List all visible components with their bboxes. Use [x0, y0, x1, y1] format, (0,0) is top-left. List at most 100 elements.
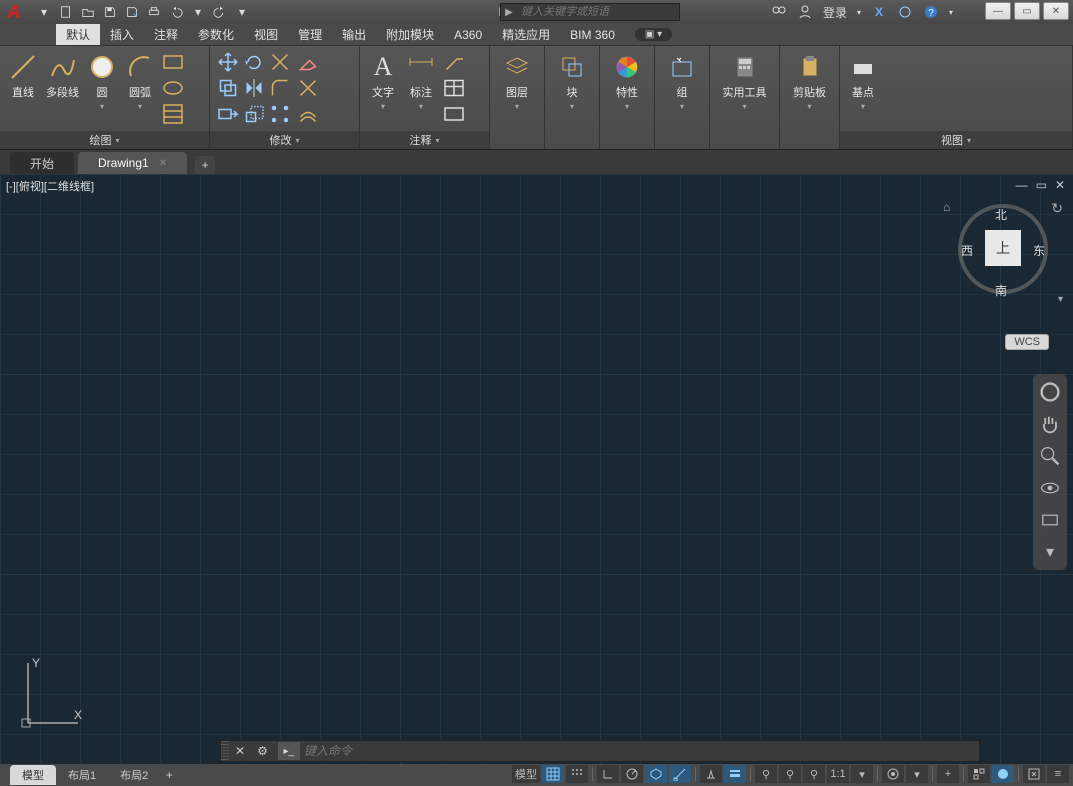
utilities-button[interactable]: 实用工具▾ [721, 50, 769, 113]
close-button[interactable]: ✕ [1043, 2, 1069, 20]
fillet-icon[interactable] [268, 76, 292, 100]
polyline-button[interactable]: 多段线 [44, 50, 81, 102]
tab-output[interactable]: 输出 [332, 24, 376, 45]
tab-bim360[interactable]: BIM 360 [560, 24, 625, 45]
print-icon[interactable] [144, 3, 164, 21]
exchange-icon[interactable]: X [871, 4, 887, 20]
panel-modify-title[interactable]: 修改 [210, 131, 359, 149]
dimension-button[interactable]: 标注▾ [404, 50, 438, 113]
status-workspace-dropdown-icon[interactable]: ▾ [906, 765, 928, 783]
tab-addins[interactable]: 附加模块 [376, 24, 444, 45]
base-button[interactable]: 基点▾ [846, 50, 880, 113]
nav-orbit-icon[interactable] [1038, 476, 1062, 500]
infocenter-icon[interactable] [771, 4, 787, 20]
layouttab-model[interactable]: 模型 [10, 765, 56, 785]
viewcube-top-face[interactable]: 上 [985, 230, 1021, 266]
tab-annotate[interactable]: 注释 [144, 24, 188, 45]
move-icon[interactable] [216, 50, 240, 74]
viewcube-home-icon[interactable]: ⌂ [943, 200, 950, 214]
drawing-canvas[interactable]: [-][俯视][二维线框] — ▭ ✕ ⌂ ↻ 上 北 南 西 东 ▾ WCS … [0, 174, 1073, 764]
viewport-minimize-icon[interactable]: — [1016, 178, 1028, 192]
properties-button[interactable]: 特性▾ [610, 50, 644, 113]
scale-icon[interactable] [242, 102, 266, 126]
hatch-icon[interactable] [161, 102, 185, 126]
status-isolate-icon[interactable] [968, 765, 990, 783]
trim-icon[interactable] [268, 50, 292, 74]
rectangle-icon[interactable] [161, 50, 185, 74]
rotate-icon[interactable] [242, 50, 266, 74]
filetab-drawing1[interactable]: Drawing1✕ [78, 152, 187, 174]
arc-button[interactable]: 圆弧▾ [123, 50, 157, 113]
help-icon[interactable]: ? [923, 4, 939, 20]
viewcube-rotate-icon[interactable]: ↻ [1051, 200, 1063, 217]
status-model-label[interactable]: 模型 [512, 765, 540, 783]
status-annoscale-icon[interactable]: ⚲ [755, 765, 777, 783]
cmdline-close-icon[interactable]: ✕ [229, 744, 251, 758]
annotation-more-icon[interactable] [442, 102, 466, 126]
viewport-close-icon[interactable]: ✕ [1055, 178, 1065, 192]
tab-insert[interactable]: 插入 [100, 24, 144, 45]
status-osnap-icon[interactable] [669, 765, 691, 783]
help-dropdown-icon[interactable]: ▾ [949, 8, 953, 17]
layers-button[interactable]: 图层▾ [500, 50, 534, 113]
ellipse-icon[interactable] [161, 76, 185, 100]
status-polar-icon[interactable] [621, 765, 643, 783]
open-icon[interactable] [78, 3, 98, 21]
panel-view-title[interactable]: 视图 [840, 131, 1072, 149]
ribbon-overflow-icon[interactable]: ▣ ▾ [635, 28, 672, 41]
undo-icon[interactable] [166, 3, 186, 21]
erase-icon[interactable] [296, 50, 320, 74]
viewport-maximize-icon[interactable]: ▭ [1036, 178, 1047, 192]
nav-fullnav-icon[interactable] [1038, 380, 1062, 404]
status-scale-dropdown-icon[interactable]: ▾ [851, 765, 873, 783]
close-tab-icon[interactable]: ✕ [159, 158, 167, 169]
line-button[interactable]: 直线 [6, 50, 40, 102]
mirror-icon[interactable] [242, 76, 266, 100]
viewport-label[interactable]: [-][俯视][二维线框] [6, 178, 94, 194]
copy-icon[interactable] [216, 76, 240, 100]
status-grid-icon[interactable] [542, 765, 564, 783]
panel-draw-title[interactable]: 绘图 [0, 131, 209, 149]
offset-icon[interactable] [296, 102, 320, 126]
status-annotation-icon[interactable] [700, 765, 722, 783]
status-lineweight-icon[interactable] [724, 765, 746, 783]
status-cleanscreen-icon[interactable] [1023, 765, 1045, 783]
status-annomonitor-icon[interactable]: + [937, 765, 959, 783]
ucs-icon[interactable]: Y X [18, 653, 88, 738]
viewcube-west[interactable]: 西 [961, 242, 973, 259]
tab-featured[interactable]: 精选应用 [492, 24, 560, 45]
status-hardware-icon[interactable] [992, 765, 1014, 783]
status-isodraft-icon[interactable] [645, 765, 667, 783]
viewcube-east[interactable]: 东 [1033, 242, 1045, 259]
wcs-badge[interactable]: WCS [1005, 334, 1049, 350]
search-box[interactable]: ▶ [500, 3, 680, 21]
new-tab-button[interactable]: + [195, 156, 215, 174]
cmdline-customize-icon[interactable]: ⚙ [251, 744, 274, 758]
signin-user-icon[interactable] [797, 4, 813, 20]
layouttab-layout2[interactable]: 布局2 [108, 765, 160, 785]
viewcube-menu-icon[interactable]: ▾ [1058, 294, 1063, 305]
tab-parametric[interactable]: 参数化 [188, 24, 244, 45]
a360-icon[interactable] [897, 4, 913, 20]
status-customize-icon[interactable]: ≡ [1047, 765, 1069, 783]
qat-menu-icon[interactable]: ▾ [34, 3, 54, 21]
text-button[interactable]: A文字▾ [366, 50, 400, 113]
command-input[interactable] [304, 744, 979, 758]
saveas-icon[interactable] [122, 3, 142, 21]
status-scale-label[interactable]: 1:1 [827, 765, 849, 783]
panel-annotation-title[interactable]: 注释 [360, 131, 489, 149]
redo-icon[interactable] [210, 3, 230, 21]
tab-default[interactable]: 默认 [56, 24, 100, 45]
nav-expand-icon[interactable]: ▾ [1038, 540, 1062, 564]
block-button[interactable]: 块▾ [555, 50, 589, 113]
search-input[interactable] [517, 6, 679, 18]
tab-manage[interactable]: 管理 [288, 24, 332, 45]
table-icon[interactable] [442, 76, 466, 100]
viewcube-south[interactable]: 南 [995, 282, 1007, 299]
status-annoauto-icon[interactable]: ⚲ [803, 765, 825, 783]
status-workspace-icon[interactable] [882, 765, 904, 783]
status-ortho-icon[interactable] [597, 765, 619, 783]
stretch-icon[interactable] [216, 102, 240, 126]
groups-button[interactable]: 组▾ [665, 50, 699, 113]
viewcube-north[interactable]: 北 [995, 206, 1007, 223]
